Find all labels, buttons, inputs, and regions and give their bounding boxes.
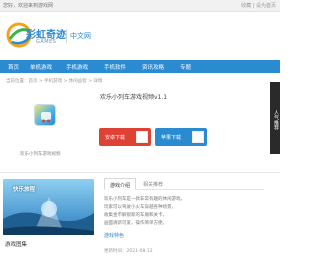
top-links[interactable]: 收藏 | 设为首页	[241, 2, 276, 9]
android-download-label: 安卓下载	[105, 135, 126, 141]
top-strip: 您好，欢迎来到游戏网 收藏 | 设为首页	[0, 0, 280, 12]
nav-item-news[interactable]: 资讯攻略	[142, 63, 164, 71]
train-icon	[41, 112, 51, 123]
tab-intro[interactable]: 游戏介绍	[104, 178, 137, 190]
detail-tabs: 游戏介绍 相关推荐	[104, 178, 264, 190]
app-caption: 欢乐小列车游戏视频	[20, 152, 61, 157]
game-banner[interactable]: 快乐旅程	[3, 179, 94, 235]
description-line: 玩家可以驾驶小火车穿越各种场景，	[104, 205, 176, 210]
tab-related[interactable]: 相关推荐	[138, 178, 168, 190]
game-description: 欢乐小列车是一款非常有趣的休闲游戏， 玩家可以驾驶小火车穿越各种场景， 收集金币…	[104, 196, 264, 228]
qr-code-icon	[136, 131, 148, 143]
ios-download-label: 苹果下载	[161, 135, 182, 141]
app-icon	[34, 104, 56, 126]
logo-sub: GAMES	[36, 39, 57, 45]
nav-item-home[interactable]: 首页	[8, 63, 19, 71]
ios-download-button[interactable]: 苹果下载	[155, 128, 207, 146]
update-time: 更新时间：2021-08-12	[104, 249, 153, 254]
app-title: 欢乐小列车游戏视频v1.1	[100, 94, 168, 101]
nav-item-mobile-apps[interactable]: 手机软件	[104, 63, 126, 71]
breadcrumb: 当前位置：首页 > 手机游戏 > 休闲益智 > 详情	[6, 79, 103, 84]
android-download-button[interactable]: 安卓下载	[99, 128, 151, 146]
features-link[interactable]: 游戏特色	[104, 232, 124, 239]
nav-item-pc-games[interactable]: 单机游戏	[30, 63, 52, 71]
logo-divider	[66, 29, 67, 43]
nav-item-mobile-games[interactable]: 手机游戏	[66, 63, 88, 71]
gallery-title: 游戏图集	[5, 242, 28, 248]
description-line: 收集金币解锁新的车厢和关卡，	[104, 213, 167, 218]
qr-code-icon	[192, 131, 204, 143]
welcome-text: 您好，欢迎来到游戏网	[3, 3, 54, 9]
description-line: 欢乐小列车是一款非常有趣的休闲游戏，	[104, 197, 185, 202]
site-header: 彩虹奇迹 GAMES 中文网	[0, 12, 280, 60]
main-nav: 首页 单机游戏 手机游戏 手机软件 资讯攻略 专题	[0, 60, 280, 73]
side-tab-recommend[interactable]: 人气推荐	[270, 82, 280, 154]
description-line: 画面清新可爱，操作简单方便。	[104, 221, 167, 226]
section-divider	[0, 172, 280, 173]
nav-item-topics[interactable]: 专题	[180, 63, 191, 71]
banner-text: 快乐旅程	[13, 187, 36, 193]
logo-slogan: 中文网	[70, 32, 91, 40]
